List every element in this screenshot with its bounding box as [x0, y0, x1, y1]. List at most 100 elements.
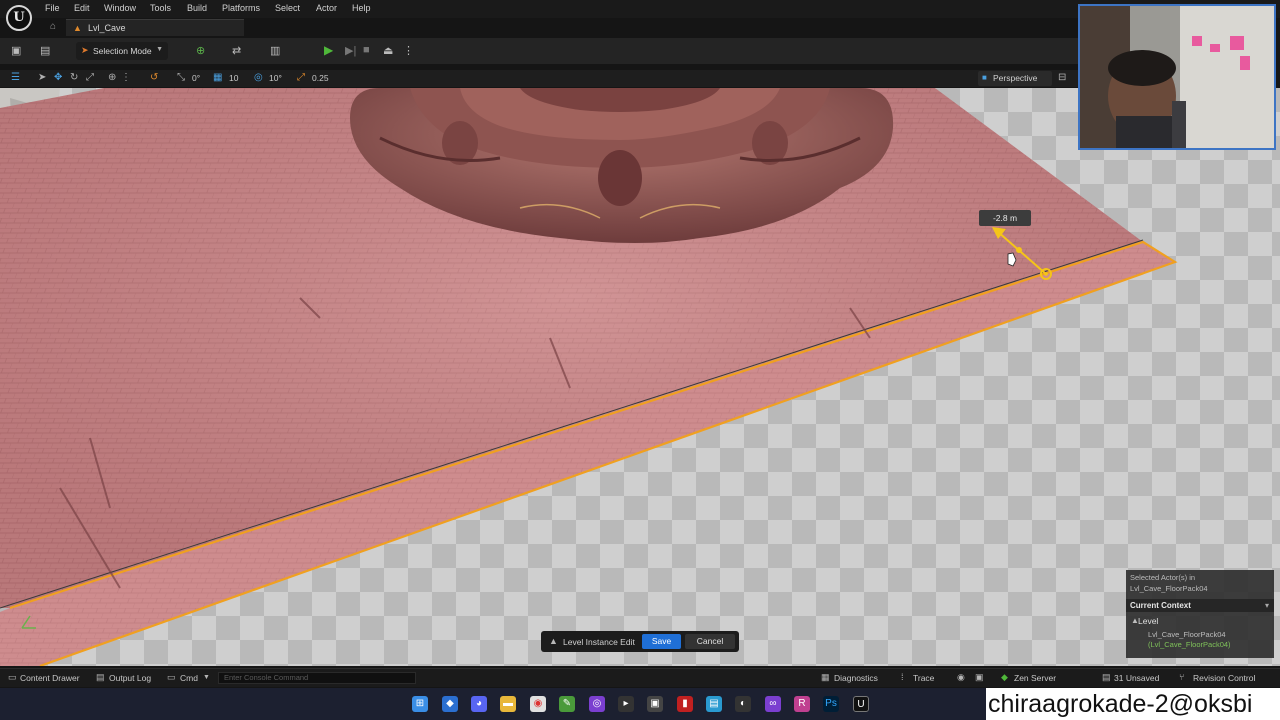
app-icon[interactable]: ◆ — [442, 696, 458, 712]
current-context-header[interactable]: Current Context ▾ — [1126, 599, 1274, 612]
scale-snap-value[interactable]: 0.25 — [312, 73, 329, 83]
layout-icon[interactable]: ⊟ — [1058, 72, 1066, 83]
revision-control-button[interactable]: Revision Control — [1193, 673, 1255, 683]
console-input[interactable]: Enter Console Command — [218, 672, 416, 684]
select-icon[interactable]: ➤ — [38, 72, 46, 83]
cinematics-icon[interactable]: ▥ — [270, 44, 280, 57]
document-tab-bar: ⌂ ▲ Lvl_Cave — [38, 18, 1078, 36]
add-actor-icon[interactable]: ⊕ — [196, 44, 205, 57]
selection-mode-dropdown[interactable]: ➤ Selection Mode ▼ — [76, 42, 168, 60]
main-toolbar: ▣ ▤ ➤ Selection Mode ▼ ⊕ ⇄ ▥ ▶ ▶| ■ ⏏ ⋮ — [0, 38, 1078, 64]
content-drawer-icon: ▭ — [8, 672, 17, 682]
rider-icon[interactable]: R — [794, 696, 810, 712]
trace-dropdown[interactable]: Trace — [913, 673, 934, 683]
chevron-down-icon: ▾ — [1264, 601, 1269, 610]
measurement-label: -2.8 m — [979, 210, 1031, 226]
cursor-icon: ➤ — [81, 45, 89, 55]
camera-icon[interactable]: ▣ — [975, 672, 984, 683]
stop-icon[interactable]: ■ — [363, 44, 370, 56]
blueprint-icon[interactable]: ⇄ — [232, 44, 241, 57]
diagnostics-icon: ▦ — [821, 672, 830, 682]
play-button[interactable]: ▶ — [324, 43, 333, 57]
notepad-icon[interactable]: ✎ — [559, 696, 575, 712]
level-icon: ▲ — [73, 23, 82, 33]
home-icon[interactable]: ⌂ — [50, 21, 56, 32]
context-level-label[interactable]: Level — [1138, 616, 1158, 626]
world-icon[interactable]: ⊕ — [108, 72, 116, 83]
discord-icon[interactable]: ◕ — [471, 696, 487, 712]
save-button[interactable]: Save — [642, 634, 681, 649]
diagnostics-button[interactable]: Diagnostics — [834, 673, 878, 683]
save-all-icon[interactable]: ▣ — [11, 44, 21, 57]
cmd-icon: ▭ — [167, 672, 176, 682]
zen-server-button[interactable]: Zen Server — [1014, 673, 1056, 683]
level-instance-icon: ▲ — [549, 636, 558, 646]
scale-icon[interactable]: ⤢ — [86, 72, 94, 83]
watermark-text: chiraagrokade-2@oksbi — [986, 688, 1280, 720]
grid-snap-icon[interactable]: ⤡ — [177, 72, 185, 83]
selected-level-name: Lvl_Cave_FloorPack04 — [1130, 584, 1208, 593]
terminal-icon[interactable]: ▸ — [618, 696, 634, 712]
windows-start-icon[interactable]: ⊞ — [412, 696, 428, 712]
menu-build[interactable]: Build — [187, 3, 207, 13]
angle-snap-value[interactable]: 10° — [269, 73, 282, 83]
eject-icon[interactable]: ⏏ — [383, 44, 393, 57]
menu-select[interactable]: Select — [275, 3, 300, 13]
translate-icon[interactable]: ✥ — [54, 72, 62, 83]
rotation-snap-value[interactable]: 0° — [192, 73, 200, 83]
cancel-button[interactable]: Cancel — [685, 634, 735, 649]
unsaved-button[interactable]: 31 Unsaved — [1114, 673, 1159, 683]
visual-studio-icon[interactable]: ∞ — [765, 696, 781, 712]
webcam-overlay — [1078, 4, 1276, 150]
store-icon[interactable]: ▤ — [706, 696, 722, 712]
tool-icon[interactable]: ▣ — [647, 696, 663, 712]
rotate-snap-icon[interactable]: ↺ — [150, 72, 158, 83]
unsaved-icon: ▤ — [1102, 672, 1111, 682]
level-instance-edit-bar: ▲ Level Instance Edit Save Cancel — [541, 631, 739, 652]
chrome-icon[interactable]: ◉ — [530, 696, 546, 712]
current-context-label: Current Context — [1130, 601, 1191, 610]
grid-snap-value[interactable]: 10 — [229, 73, 238, 83]
menu-help[interactable]: Help — [352, 3, 371, 13]
menu-edit[interactable]: Edit — [74, 3, 90, 13]
record-icon[interactable]: ◉ — [957, 672, 965, 683]
menu-file[interactable]: File — [45, 3, 60, 13]
surface-snap-icon[interactable]: ⋮ — [121, 72, 131, 83]
level-instance-edit-label: Level Instance Edit — [563, 637, 635, 647]
rotate-icon[interactable]: ↻ — [70, 72, 78, 83]
level-instance-context-panel: Selected Actor(s) in Lvl_Cave_FloorPack0… — [1126, 570, 1274, 658]
level-viewport[interactable]: -2.8 m — [0, 88, 1280, 666]
unreal-logo-icon[interactable]: U — [6, 5, 32, 31]
camera-icon: ■ — [982, 73, 987, 82]
cmd-dropdown[interactable]: Cmd — [180, 673, 198, 683]
context-actor-instance[interactable]: (Lvl_Cave_FloorPack04) — [1148, 640, 1231, 649]
revision-control-icon: ⑂ — [1179, 672, 1185, 682]
tab-level[interactable]: ▲ Lvl_Cave — [66, 19, 244, 36]
scale-snap-icon[interactable]: ⤢ — [297, 72, 305, 83]
output-log-button[interactable]: Output Log — [109, 673, 151, 683]
context-actor-name[interactable]: Lvl_Cave_FloorPack04 — [1148, 630, 1226, 639]
angle-snap-icon[interactable]: ◎ — [254, 72, 263, 83]
folder-icon[interactable]: ▬ — [500, 696, 516, 712]
status-bar: ▭ Content Drawer ▤ Output Log ▭ Cmd ▼ En… — [0, 668, 1280, 687]
tab-level-label: Lvl_Cave — [88, 23, 126, 33]
unreal-icon[interactable]: U — [853, 696, 869, 712]
app-red-icon[interactable]: ▮ — [677, 696, 693, 712]
more-options-icon[interactable]: ⋮ — [403, 44, 414, 57]
menu-actor[interactable]: Actor — [316, 3, 337, 13]
menu-window[interactable]: Window — [104, 3, 136, 13]
menu-icon[interactable]: ☰ — [11, 72, 20, 83]
menu-platforms[interactable]: Platforms — [222, 3, 260, 13]
chevron-down-icon: ▼ — [156, 46, 163, 53]
menu-tools[interactable]: Tools — [150, 3, 171, 13]
github-icon[interactable]: ◐ — [735, 696, 751, 712]
obs-icon[interactable]: ◎ — [589, 696, 605, 712]
content-browser-icon[interactable]: ▤ — [40, 44, 50, 57]
step-icon[interactable]: ▶| — [345, 44, 356, 57]
perspective-dropdown[interactable]: ■ Perspective — [978, 71, 1052, 86]
photoshop-icon[interactable]: Ps — [823, 696, 839, 712]
chevron-down-icon: ▼ — [203, 674, 210, 681]
grid-icon[interactable]: ▦ — [213, 72, 222, 83]
scene-render — [0, 88, 1178, 666]
content-drawer-button[interactable]: Content Drawer — [20, 673, 80, 683]
